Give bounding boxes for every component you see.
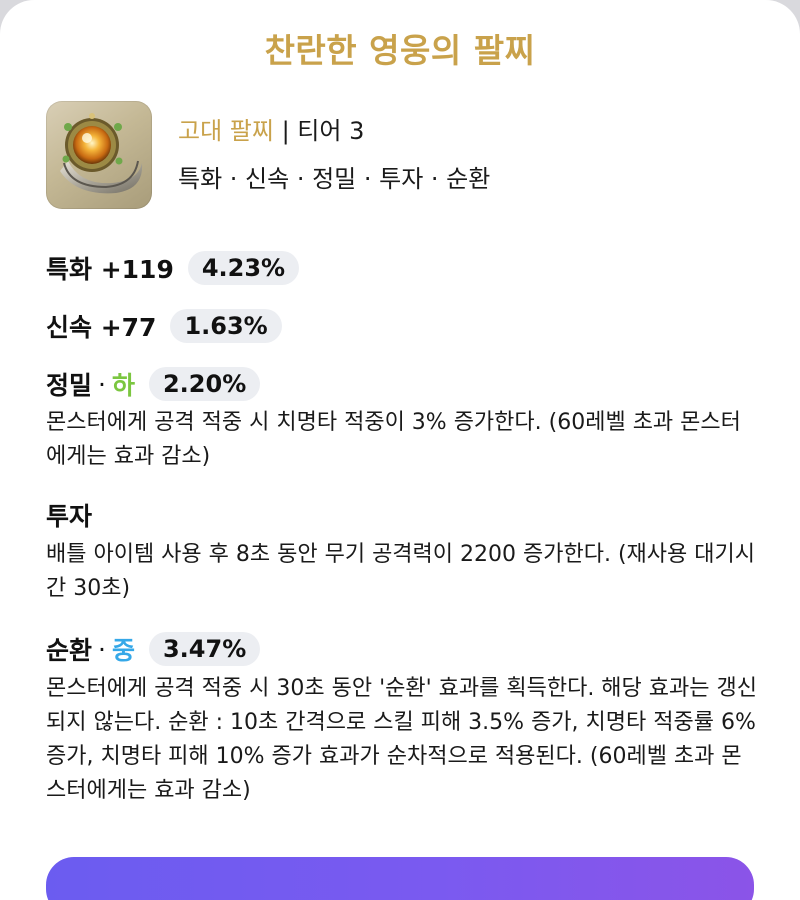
bottom-action-button[interactable] xyxy=(46,857,754,900)
stat-value-pill: 1.63% xyxy=(170,309,282,343)
effect-grade-low: 하 xyxy=(111,371,135,400)
effect-name: 정밀 xyxy=(46,371,93,400)
effect-row-precision: 정밀 · 하 2.20% xyxy=(46,366,261,402)
stat-label: 특화 +119 xyxy=(46,255,174,284)
effect-value-pill: 2.20% xyxy=(148,367,261,401)
stat-value-pill: 4.23% xyxy=(187,251,300,285)
effect-description-investment: 배틀 아이템 사용 후 8초 동안 무기 공격력이 2200 증가한다. (재사… xyxy=(46,542,755,601)
item-tier: 티어 3 xyxy=(297,117,365,145)
stat-row-specialization: 특화 +119 4.23% xyxy=(46,250,300,286)
item-title: 찬란한 영웅의 팔찌 xyxy=(264,31,536,70)
stat-label: 신속 +77 xyxy=(46,313,157,342)
ancient-bracelet-icon xyxy=(46,101,152,209)
effect-row-circulation: 순환 · 중 3.47% xyxy=(46,631,261,667)
effect-value-pill: 3.47% xyxy=(148,632,261,666)
item-grade-tier: 고대 팔찌 | 티어 3 xyxy=(178,114,364,148)
item-detail-card: 찬란한 영웅의 팔찌 고대 팔찌 | 티어 3 특화 · 신속 · 정밀 · 투… xyxy=(0,0,800,900)
effect-row-investment: 투자 xyxy=(46,497,92,533)
effect-name: 순환 xyxy=(46,636,93,665)
grade-tier-separator: | xyxy=(273,117,298,145)
effect-dot: · xyxy=(98,369,106,399)
effect-dot: · xyxy=(98,634,106,664)
effect-description-precision: 몬스터에게 공격 적중 시 치명타 적중이 3% 증가한다. (60레벨 초과 … xyxy=(46,410,741,469)
item-grade: 고대 팔찌 xyxy=(178,117,274,145)
effect-name: 투자 xyxy=(46,502,93,531)
stat-row-swiftness: 신속 +77 1.63% xyxy=(46,308,282,344)
item-stat-types: 특화 · 신속 · 정밀 · 투자 · 순환 xyxy=(178,165,491,193)
effect-grade-mid: 중 xyxy=(111,636,135,665)
effect-description-circulation: 몬스터에게 공격 적중 시 30초 동안 '순환' 효과를 획득한다. 해당 효… xyxy=(46,676,757,803)
